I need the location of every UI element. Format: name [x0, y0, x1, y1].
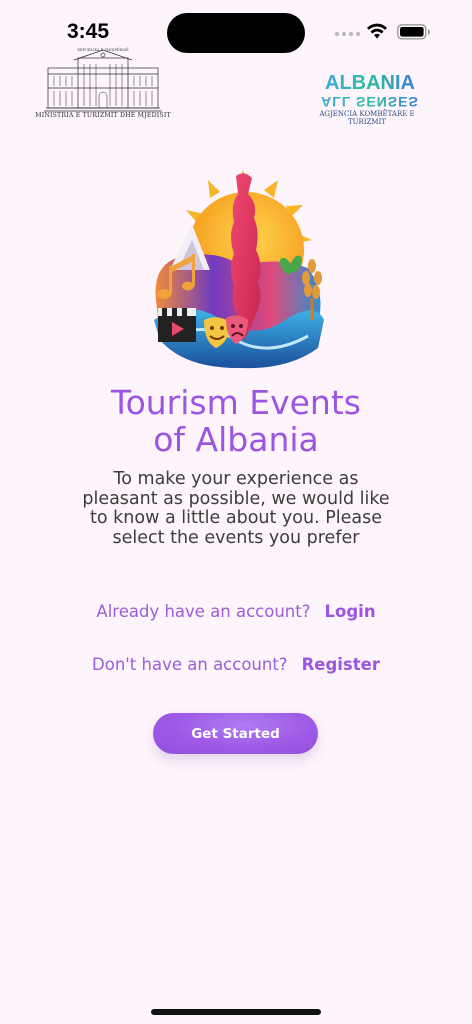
login-row: Already have an account? Login [0, 602, 472, 621]
title-line-2: of Albania [153, 420, 319, 459]
agency-caption: AGJENCIA KOMBËTARE E TURIZMIT [319, 110, 415, 126]
albania-all-senses-logo: ALBANIA ALL SENSES [321, 72, 419, 110]
register-prompt: Don't have an account? [92, 655, 288, 674]
battery-icon [397, 24, 430, 40]
home-indicator[interactable] [151, 1009, 321, 1015]
title-line-1: Tourism Events [111, 383, 361, 422]
login-link[interactable]: Login [325, 602, 376, 621]
ministry-building-logo [44, 49, 162, 112]
all-senses-wordmark: ALL SENSES [321, 94, 419, 110]
login-prompt: Already have an account? [96, 602, 311, 621]
status-time: 3:45 [67, 20, 110, 43]
page-title: Tourism Events of Albania [0, 384, 472, 458]
albania-wordmark: ALBANIA [325, 72, 415, 94]
intro-text: To make your experience as pleasant as p… [82, 469, 390, 548]
wifi-icon [367, 23, 387, 39]
albania-events-illustration [154, 170, 324, 369]
app-screen: 3:45 REPUBLIKA E SHQIPËRISË MINISTRIA E … [0, 0, 472, 1024]
dynamic-island [167, 13, 305, 53]
register-link[interactable]: Register [302, 655, 380, 674]
cellular-signal-icon [335, 32, 360, 36]
ministry-caption: MINISTRIA E TURIZMIT DHE MJEDISIT [35, 112, 171, 119]
ministry-small-caption: REPUBLIKA E SHQIPËRISË [77, 48, 129, 52]
get-started-button[interactable]: Get Started [153, 713, 318, 754]
register-row: Don't have an account? Register [0, 655, 472, 674]
